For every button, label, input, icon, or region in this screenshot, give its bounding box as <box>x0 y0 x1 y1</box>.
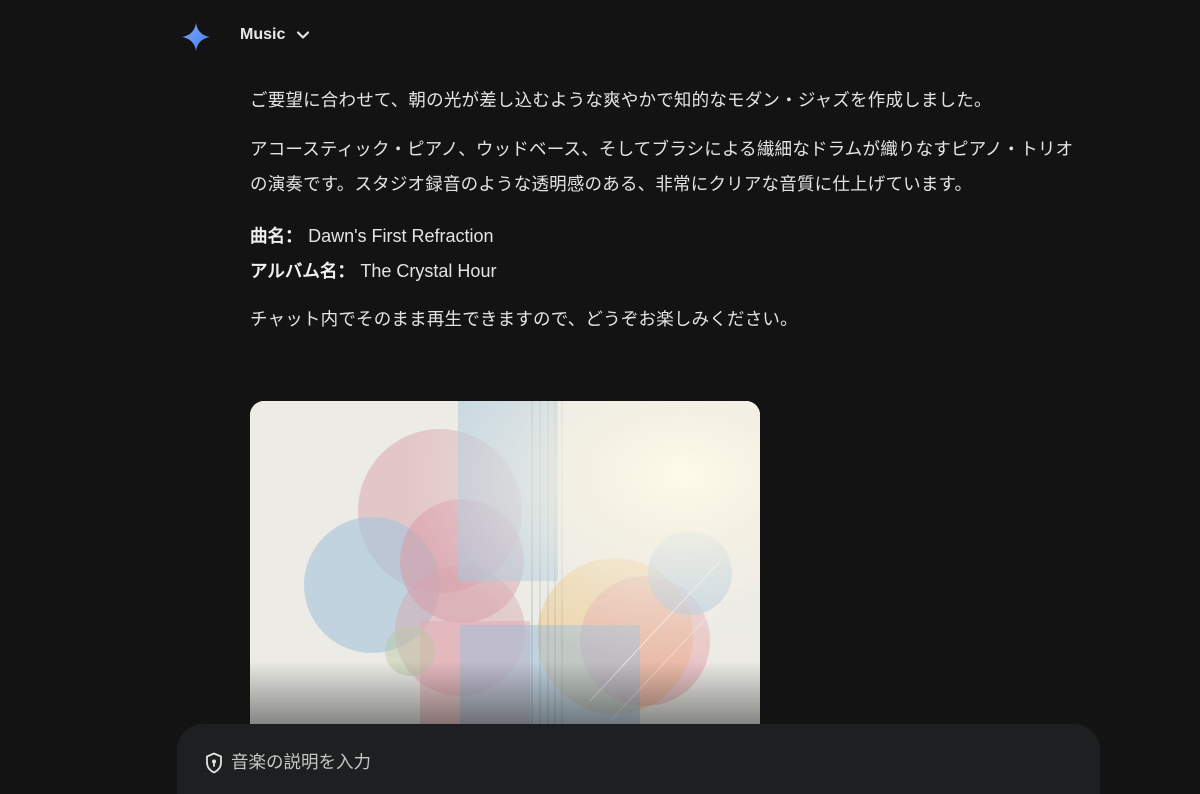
shield-icon <box>206 752 222 774</box>
gemini-spark-icon <box>182 23 210 51</box>
track-info: 曲名： Dawn's First Refraction アルバム名： The C… <box>250 219 1090 289</box>
album-title-key: アルバム名： <box>250 262 355 282</box>
music-player-card[interactable] <box>250 401 760 741</box>
album-artwork <box>250 401 760 741</box>
song-title-key: 曲名： <box>250 227 303 247</box>
chevron-down-icon <box>297 31 310 39</box>
message-intro: ご要望に合わせて、朝の光が差し込むような爽やかで知的なモダン・ジャズを作成しまし… <box>250 91 992 111</box>
app-window: Music ご要望に合わせて、朝の光が差し込むような爽やかで知的なモダン・ジャズ… <box>0 0 1200 794</box>
assistant-message: ご要望に合わせて、朝の光が差し込むような爽やかで知的なモダン・ジャズを作成しまし… <box>250 84 1090 338</box>
song-title-value: Dawn's First Refraction <box>308 226 494 246</box>
prompt-composer <box>177 724 1100 794</box>
message-description: アコースティック・ピアノ、ウッドベース、そしてブラシによる繊細なドラムが織りなす… <box>250 140 1074 195</box>
message-closing: チャット内でそのまま再生できますので、どうぞお楽しみください。 <box>250 310 798 330</box>
music-description-input[interactable] <box>229 746 1053 780</box>
song-title-line: 曲名： Dawn's First Refraction <box>250 219 1090 254</box>
model-picker-button[interactable]: Music <box>232 20 319 50</box>
model-label: Music <box>240 26 286 43</box>
album-title-line: アルバム名： The Crystal Hour <box>250 254 1090 289</box>
album-title-value: The Crystal Hour <box>360 261 497 281</box>
top-bar: Music <box>0 0 1200 72</box>
